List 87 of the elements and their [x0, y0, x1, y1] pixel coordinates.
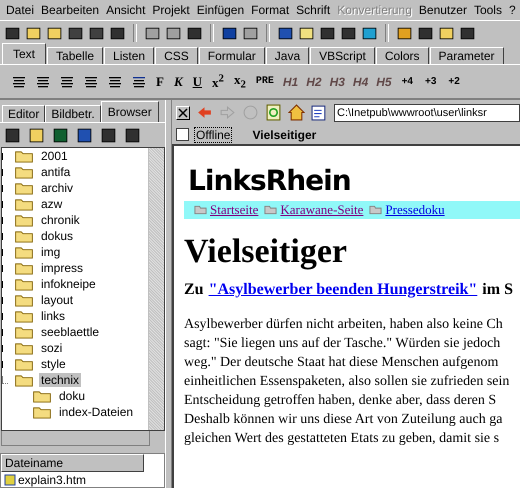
tree-item[interactable]: chronik	[39, 213, 82, 227]
tree-item[interactable]: doku	[57, 389, 88, 403]
tab[interactable]: Bildbetr.	[45, 105, 101, 122]
format-button[interactable]: H2	[303, 74, 325, 88]
paragraph-icon[interactable]	[12, 76, 26, 88]
tab[interactable]: Colors	[376, 47, 429, 64]
tree-item[interactable]: links	[39, 309, 68, 323]
body-text-line: weg." Der deutsche Staat hat diese Menschen aufgenom	[184, 354, 500, 372]
close-button[interactable]	[176, 106, 190, 120]
menu-item[interactable]: Ansicht	[103, 3, 150, 17]
format-button[interactable]: K	[170, 74, 187, 90]
article-link[interactable]: "Asylbewerber beenden Hungerstreik"	[208, 281, 478, 299]
tree-item[interactable]: technix	[39, 373, 82, 387]
menu-item[interactable]: Einfügen	[194, 3, 248, 17]
body-text-line: Entscheidung getroffen haben, denke aber, dass deren S	[184, 392, 498, 410]
page-heading: Vielseitiger	[184, 233, 348, 271]
menu-item[interactable]: Schrift	[293, 3, 334, 17]
tab[interactable]: Parameter	[430, 47, 504, 64]
file-name[interactable]: explain3.htm	[18, 472, 86, 486]
tree-item[interactable]: archiv	[39, 181, 76, 195]
logo: LinksRhein	[188, 164, 352, 197]
format-button[interactable]: U	[188, 74, 206, 90]
checkbox-label[interactable]: Offline	[194, 126, 232, 142]
align-center-icon[interactable]	[60, 76, 74, 88]
tree-item[interactable]: index-Dateien	[57, 405, 136, 419]
body-text-line: sagt: "Sie liegen uns auf der Tasche." Würden sie jedoch	[184, 335, 502, 353]
offline-checkbox[interactable]	[176, 128, 189, 141]
horizontal-scrollbar[interactable]	[1, 431, 150, 446]
column-header[interactable]: Dateiname	[1, 454, 144, 472]
tree-item[interactable]: impress	[39, 261, 86, 275]
edit-page-icon[interactable]	[311, 104, 328, 121]
menu-item[interactable]: Datei	[3, 3, 38, 17]
format-button[interactable]: H3	[326, 74, 348, 88]
body-text-line: einheitlichen Essenspaketen, also sollen sie zufrieden sein	[184, 373, 510, 391]
body-text-line: Deshalb können wir uns diese Art von Zuteilung auch ga	[184, 411, 504, 429]
tree-item[interactable]: layout	[39, 293, 76, 307]
tree-item[interactable]: infokneipe	[39, 277, 98, 291]
body-text-line: gleichen Wert des gestatteten Etats zu geben, damit sie s	[184, 430, 500, 448]
format-button[interactable]: +4	[396, 76, 418, 87]
menu-item[interactable]: ?	[506, 3, 520, 17]
nav-link[interactable]: Karawane-Seite	[280, 202, 364, 218]
vertical-scrollbar[interactable]	[148, 148, 164, 430]
align-right-icon[interactable]	[84, 76, 98, 88]
tree-item[interactable]: dokus	[39, 229, 76, 243]
refresh-icon[interactable]	[265, 104, 282, 121]
menu-item[interactable]: Bearbeiten	[38, 3, 104, 17]
tab[interactable]: Formular	[198, 47, 265, 64]
tab[interactable]: CSS	[155, 47, 198, 64]
tree-item[interactable]: sozi	[39, 341, 64, 355]
format-button[interactable]: x$_{2}$	[230, 72, 250, 91]
format-button[interactable]: H4	[350, 74, 372, 88]
tab[interactable]: Tabelle	[47, 47, 104, 64]
tree-item[interactable]: style	[39, 357, 68, 371]
format-button[interactable]: H1	[280, 74, 302, 88]
indent-icon[interactable]	[132, 76, 146, 88]
menu-item[interactable]: Format	[248, 3, 294, 17]
page-title: Vielseitiger	[252, 128, 316, 142]
nav-link[interactable]: Startseite	[210, 202, 258, 218]
menu-item[interactable]: Benutzer	[416, 3, 471, 17]
tree-item[interactable]: seeblaettle	[39, 325, 102, 339]
justify-icon[interactable]	[108, 76, 122, 88]
tab[interactable]: VBScript	[310, 47, 375, 64]
subheading-text: im S	[482, 281, 513, 299]
tree-item[interactable]: azw	[39, 197, 64, 211]
menu-item[interactable]: Projekt	[149, 3, 194, 17]
subheading-text: Zu	[184, 281, 204, 299]
nav-link[interactable]: Pressedoku	[385, 202, 445, 218]
tab[interactable]: Editor	[2, 105, 46, 122]
tree-item[interactable]: 2001	[39, 149, 70, 163]
format-button[interactable]: x$^{2}$	[208, 72, 228, 91]
format-button[interactable]: PRE	[252, 76, 278, 87]
tree-item[interactable]: img	[39, 245, 62, 259]
body-text-line: Asylbewerber dürfen nicht arbeiten, haben also keine Ch	[184, 316, 504, 334]
menu-item[interactable]: Tools	[470, 3, 506, 17]
format-button[interactable]: F	[152, 74, 168, 90]
format-button[interactable]: +3	[420, 76, 442, 87]
tab[interactable]: Text	[2, 43, 46, 64]
tree-item[interactable]: antifa	[39, 165, 72, 179]
splitter-bar[interactable]	[165, 100, 172, 488]
tab[interactable]: Browser	[100, 101, 159, 122]
tab[interactable]: Java	[266, 47, 310, 64]
tab[interactable]: Listen	[104, 47, 154, 64]
file-icon	[4, 474, 16, 486]
address-field[interactable]: C:\Inetpub\wwwroot\user\linksr	[334, 104, 520, 122]
format-button[interactable]: H5	[373, 74, 395, 88]
format-button[interactable]: +2	[443, 76, 465, 87]
align-left-icon[interactable]	[36, 76, 50, 88]
